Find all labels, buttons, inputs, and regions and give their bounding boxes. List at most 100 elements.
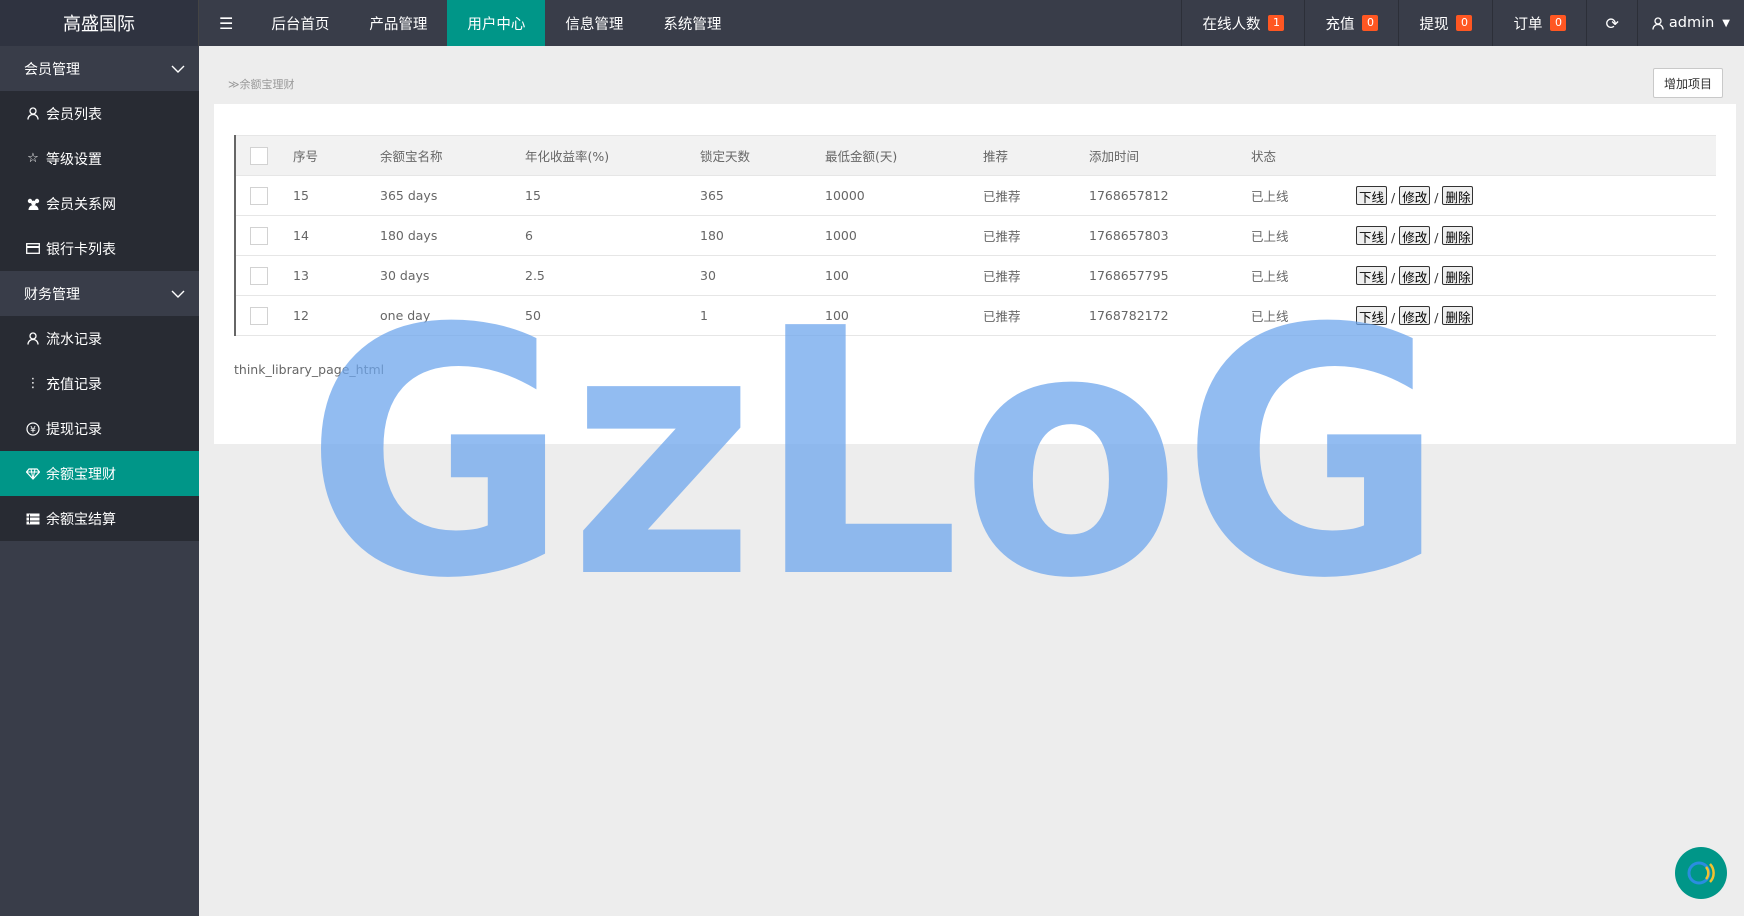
cell-recommend: 已推荐 [983,175,1089,216]
action-separator: / [1391,270,1396,285]
cell-id: 15 [293,175,380,216]
row-checkbox[interactable] [250,226,268,245]
delete-button[interactable]: 删除 [1442,226,1474,245]
sidebar-item-label: 余额宝结算 [46,511,116,528]
offline-button[interactable]: 下线 [1356,266,1388,285]
select-all-checkbox[interactable] [250,146,268,165]
menu-toggle-icon[interactable]: ☰ [199,0,251,46]
edit-button[interactable]: 修改 [1399,306,1431,325]
order-stat[interactable]: 订单 0 [1492,0,1586,46]
user-icon [24,332,42,345]
table-row: 13 30 days 2.5 30 100 已推荐 1768657795 已上线… [235,255,1716,296]
cell-status: 已上线 [1251,175,1356,216]
sidebar-item-transactions[interactable]: 流水记录 [0,316,199,361]
yen-icon: ¥ [24,421,42,436]
order-label: 订单 [1513,16,1543,33]
delete-button[interactable]: 删除 [1442,266,1474,285]
star-icon: ☆ [27,151,39,166]
column-header-id: 序号 [293,135,380,176]
edit-button[interactable]: 修改 [1399,266,1431,285]
offline-button[interactable]: 下线 [1356,226,1388,245]
cell-actions: 下线 / 修改 / 删除 [1356,295,1716,336]
select-all-cell [235,135,293,176]
cell-rate: 50 [525,295,700,336]
sidebar-item-label: 充值记录 [46,376,102,393]
sidebar-item-bank-cards[interactable]: 银行卡列表 [0,226,199,271]
sidebar-item-label: 会员关系网 [46,196,116,213]
nav-item-system[interactable]: 系统管理 [643,0,741,46]
sidebar-group-finance[interactable]: 财务管理 [0,271,199,316]
edit-button[interactable]: 修改 [1399,226,1431,245]
cell-recommend: 已推荐 [983,255,1089,296]
row-checkbox[interactable] [250,266,268,285]
cell-id: 14 [293,215,380,256]
edit-button[interactable]: 修改 [1399,186,1431,205]
cell-name: one day [380,295,525,336]
nav-item-home[interactable]: 后台首页 [251,0,349,46]
cell-min-amount: 100 [825,295,983,336]
user-name: admin [1668,15,1715,31]
nav-item-user-center[interactable]: 用户中心 [447,0,546,46]
offline-button[interactable]: 下线 [1356,306,1388,325]
cell-recommend: 已推荐 [983,215,1089,256]
withdraw-label: 提现 [1419,16,1449,33]
sidebar-item-label: 会员列表 [46,106,102,123]
online-users-label: 在线人数 [1202,16,1261,33]
action-separator: / [1391,190,1396,205]
sidebar-item-yuebao-finance[interactable]: 余额宝理财 [0,451,199,496]
add-project-button[interactable]: 增加项目 [1652,68,1723,98]
row-checkbox[interactable] [250,186,268,205]
action-separator: / [1434,230,1439,245]
table-header-row: 序号 余额宝名称 年化收益率(%) 锁定天数 最低金额(天) 推荐 添加时间 状… [235,135,1716,176]
cell-added-time: 1768657795 [1089,255,1251,296]
sidebar-item-level-settings[interactable]: ☆ 等级设置 [0,136,199,181]
user-menu[interactable]: admin ▼ [1636,0,1744,46]
row-checkbox[interactable] [250,306,268,325]
column-header-name: 余额宝名称 [380,135,525,176]
nav-item-products[interactable]: 产品管理 [349,0,447,46]
sidebar-group-members[interactable]: 会员管理 [0,46,199,91]
cell-status: 已上线 [1251,215,1356,256]
svg-text:¥: ¥ [30,425,36,435]
online-users-stat[interactable]: 在线人数 1 [1181,0,1304,46]
sidebar-item-member-network[interactable]: 会员关系网 [0,181,199,226]
pagination: think_library_page_html [234,362,385,377]
sidebar-item-yuebao-settlement[interactable]: 余额宝结算 [0,496,199,541]
sidebar-item-member-list[interactable]: 会员列表 [0,91,199,136]
recharge-stat[interactable]: 充值 0 [1304,0,1398,46]
cell-added-time: 1768657803 [1089,215,1251,256]
app-logo[interactable]: 高盛国际 [0,0,199,46]
cell-status: 已上线 [1251,295,1356,336]
main-content: ≫余额宝理财 增加项目 序号 余额宝名称 年化收益率(%) 锁定天数 最低金额(… [199,46,1744,916]
offline-button[interactable]: 下线 [1356,186,1388,205]
row-select-cell [235,295,293,336]
column-header-added-time: 添加时间 [1089,135,1251,176]
more-vertical-icon: ⋮ [26,376,40,391]
sidebar-group-label: 财务管理 [24,286,80,303]
row-select-cell [235,175,293,216]
table-row: 15 365 days 15 365 10000 已推荐 1768657812 … [235,175,1716,216]
withdraw-stat[interactable]: 提现 0 [1398,0,1492,46]
delete-button[interactable]: 删除 [1442,306,1474,325]
breadcrumb[interactable]: ≫余额宝理财 [228,76,295,92]
cell-min-amount: 100 [825,255,983,296]
sidebar: 会员管理 会员列表 ☆ 等级设置 会员关系网 银行卡列表 财务管理 流水记录 ⋮… [0,46,199,916]
refresh-icon[interactable]: ⟳ [1586,0,1636,46]
floating-widget-button[interactable] [1675,847,1727,899]
cell-rate: 6 [525,215,700,256]
nav-item-info[interactable]: 信息管理 [545,0,643,46]
cell-lock-days: 30 [700,255,825,296]
recharge-badge: 0 [1362,15,1379,31]
cell-recommend: 已推荐 [983,295,1089,336]
sidebar-item-recharge-records[interactable]: ⋮ 充值记录 [0,361,199,406]
table-panel: 序号 余额宝名称 年化收益率(%) 锁定天数 最低金额(天) 推荐 添加时间 状… [214,104,1736,444]
sidebar-item-label: 流水记录 [46,331,102,348]
delete-button[interactable]: 删除 [1442,186,1474,205]
sidebar-item-label: 等级设置 [46,151,102,168]
cell-actions: 下线 / 修改 / 删除 [1356,255,1716,296]
online-users-badge: 1 [1268,15,1285,31]
sidebar-item-withdraw-records[interactable]: ¥ 提现记录 [0,406,199,451]
chevron-up-icon [171,290,185,298]
action-separator: / [1391,230,1396,245]
cell-lock-days: 180 [700,215,825,256]
